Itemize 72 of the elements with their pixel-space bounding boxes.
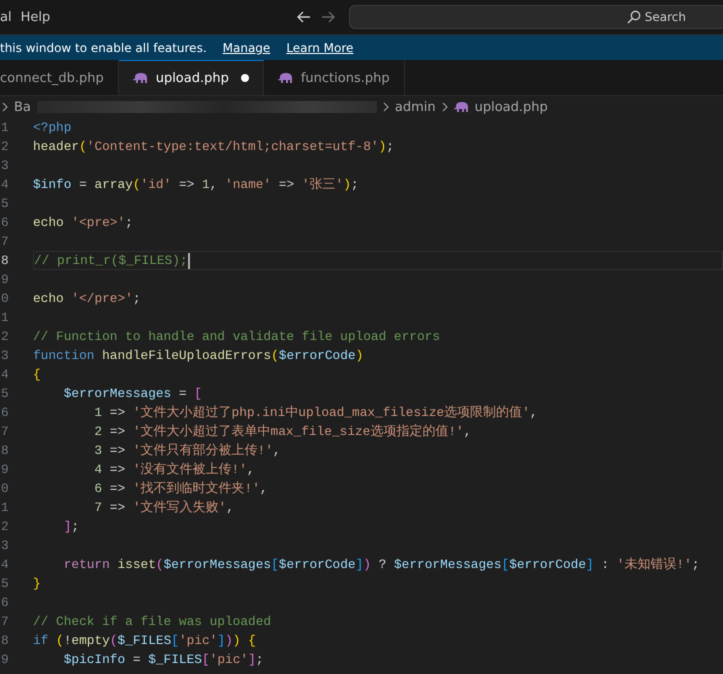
code-line: $picInfo = $_FILES['pic']; [62,651,264,669]
line-number: 1 [0,120,10,135]
line-number: 8 [0,443,10,458]
line-number: 9 [0,652,10,667]
breadcrumb-item[interactable]: Ba [14,100,31,114]
line-number: 3 [0,158,10,173]
chevron-icon [2,102,8,112]
code-line: 6 => '找不到临时文件夹!', [93,480,268,498]
chevron-icon [442,102,448,112]
line-number: 7 [0,234,10,249]
code-line: // Function to handle and validate file upload errors [33,328,440,346]
code-line: if (!empty($_FILES['pic'])) { [33,632,256,650]
code-line: $errorMessages = [ [62,385,202,403]
line-number: 0 [0,291,10,306]
line-number: 7 [0,424,10,439]
line-number: 2 [0,329,10,344]
line-number: 6 [0,215,10,230]
editor-tab[interactable]: upload.php [118,60,264,95]
banner-link[interactable]: Manage [222,40,270,54]
text-cursor [188,252,190,268]
line-number: 5 [0,386,10,401]
line-number: 7 [0,614,10,629]
line-number: 3 [0,538,10,553]
line-number: 9 [0,462,10,477]
code-line: return isset($errorMessages[$errorCode]) ? $errorMessages[$errorCode] : '未知错误!'; [62,556,700,574]
code-line: 7 => '文件写入失败', [93,499,234,517]
line-number: 6 [0,595,10,610]
line-number: 0 [0,481,10,496]
code-line: ]; [62,518,80,536]
line-number: 1 [0,500,10,515]
code-line: $info = array('id' => 1, 'name' => '张三'); [33,176,359,194]
code-line: { [33,366,41,384]
line-number: 2 [0,519,10,534]
line-number: 5 [0,196,10,211]
breadcrumb-item[interactable]: admin [394,100,436,114]
line-number: 4 [0,557,10,572]
line-number: 4 [0,177,10,192]
line-number: 4 [0,367,10,382]
line-number: 8 [0,633,10,648]
chevron-icon [382,102,389,112]
code-line: 3 => '文件只有部分被上传!', [93,442,281,460]
code-line: // Check if a file was uploaded [33,613,272,631]
code-line: <?php [33,119,72,137]
menu-item[interactable]: al [0,10,17,24]
code-line: 1 => '文件大小超过了php.ini中upload_max_filesize选项限制的值', [93,404,538,422]
search-icon [626,10,641,24]
code-line: echo '</pre>'; [33,290,141,308]
editor-tab[interactable]: functions.php [264,60,405,95]
line-number: 2 [0,139,10,154]
elephant-icon [454,102,469,112]
line-number: 1 [0,310,10,325]
elephant-icon [132,72,148,84]
code-line: 4 => '没有文件被上传!', [93,461,255,479]
search-field[interactable]: Search [349,5,723,29]
code-line: function handleFileUploadErrors($errorCode) [33,347,364,365]
elephant-icon [278,72,293,84]
banner-link[interactable]: Learn More [286,40,354,54]
banner-message: this window to enable all features. [0,40,207,54]
code-line: echo '<pre>'; [33,214,133,232]
line-number: 8 [0,253,10,268]
line-number: 5 [0,576,10,591]
back-arrow-icon[interactable] [297,11,311,23]
code-line: 2 => '文件大小超过了表单中max_file_size选项指定的值!', [93,423,472,441]
breadcrumb-item[interactable]: upload.php [474,100,548,114]
forward-arrow-icon[interactable] [321,11,335,23]
code-line: } [33,575,41,593]
code-line: header('Content-type:text/html;charset=utf-8'); [33,138,394,156]
menu-item[interactable]: Help [20,10,56,24]
line-number: 3 [0,348,10,363]
line-number: 9 [0,272,10,287]
line-number: 6 [0,405,10,420]
code-line: // print_r($_FILES); [34,252,188,270]
